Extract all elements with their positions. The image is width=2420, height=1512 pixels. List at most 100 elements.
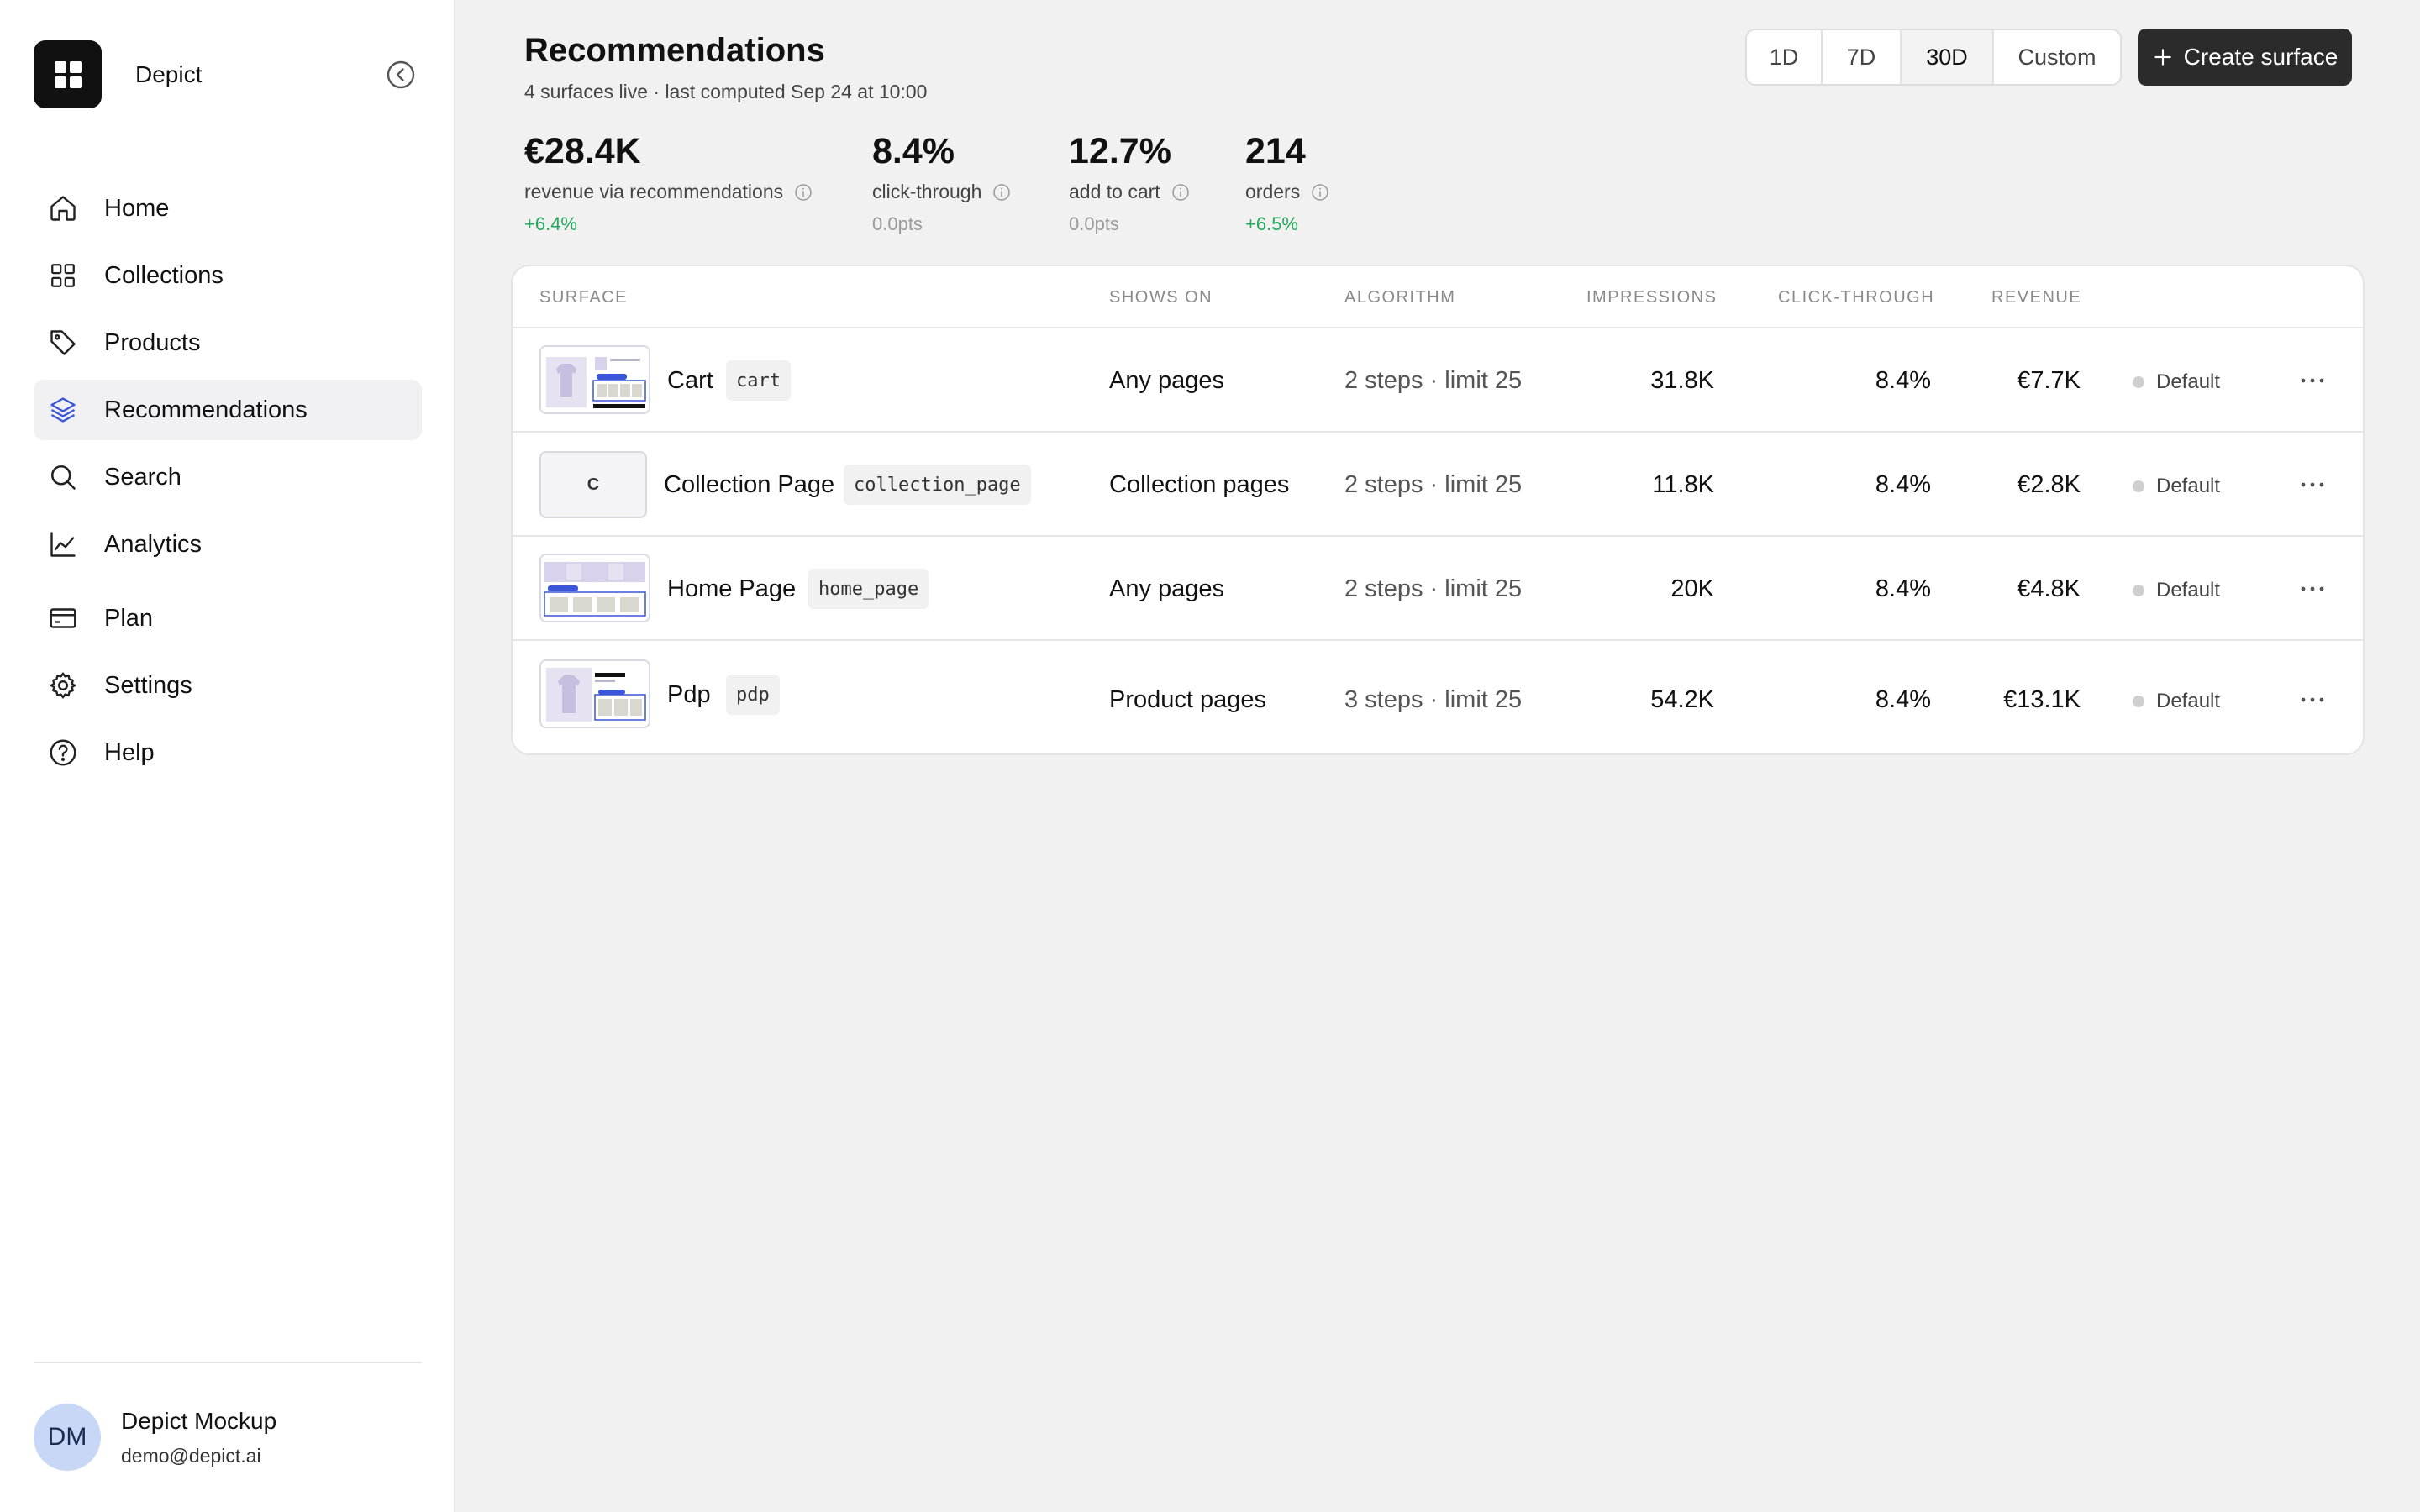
range-7d-button[interactable]: 7D: [1823, 30, 1902, 84]
sidebar-item-label: Plan: [104, 604, 154, 632]
brand[interactable]: Depict: [34, 40, 202, 108]
table-row[interactable]: Home Page home_page Any pages 2 steps · …: [513, 537, 2363, 641]
sidebar-item-label: Collections: [104, 261, 224, 289]
line-chart-icon: [47, 528, 79, 560]
main-content: Recommendations 4 surfaces live · last c…: [455, 0, 2420, 1512]
surface-thumbnail: [539, 659, 650, 728]
algorithm-cell: 3 steps · limit 25: [1344, 686, 1523, 713]
status-badge: Default: [2133, 475, 2220, 498]
page-subtitle: 4 surfaces live · last computed Sep 24 a…: [524, 81, 928, 102]
sidebar-item-label: Home: [104, 194, 170, 222]
sidebar-item-label: Products: [104, 328, 201, 356]
sidebar-item-plan[interactable]: Plan: [34, 588, 422, 648]
info-icon[interactable]: [1171, 182, 1191, 202]
sidebar-item-help[interactable]: Help: [34, 722, 422, 783]
credit-card-icon: [47, 602, 79, 634]
metric-delta: +6.5%: [1245, 213, 1298, 234]
more-options-button[interactable]: [2292, 572, 2333, 606]
status-badge: Default: [2133, 370, 2220, 394]
create-surface-button[interactable]: Create surface: [2138, 29, 2352, 86]
sidebar-item-label: Settings: [104, 671, 192, 699]
sidebar-item-home[interactable]: Home: [34, 178, 422, 239]
sidebar-item-settings[interactable]: Settings: [34, 655, 422, 716]
user-email: demo@depict.ai: [121, 1444, 261, 1467]
help-circle-icon: [47, 737, 79, 769]
column-header-revenue[interactable]: REVENUE: [1991, 288, 2081, 307]
metric-label: revenue via recommendations: [524, 181, 784, 202]
range-30d-button[interactable]: 30D: [1902, 30, 1994, 84]
avatar: DM: [34, 1404, 101, 1471]
surface-name[interactable]: Collection Page: [664, 471, 834, 499]
shows-on-cell: Collection pages: [1109, 471, 1290, 498]
surface-code: pdp: [726, 675, 780, 715]
metric-add-to-cart: 12.7% add to cart 0.0pts: [1069, 130, 1191, 235]
column-header-algorithm[interactable]: ALGORITHM: [1344, 288, 1455, 307]
info-icon[interactable]: [793, 182, 813, 202]
surface-thumbnail: [539, 345, 650, 414]
revenue-cell: €4.8K: [2017, 575, 2081, 602]
sidebar-item-label: Help: [104, 738, 155, 766]
metric-label: orders: [1245, 181, 1301, 202]
layers-icon: [47, 394, 79, 426]
info-icon[interactable]: [1310, 182, 1330, 202]
sidebar-item-collections[interactable]: Collections: [34, 245, 422, 306]
column-header-impressions[interactable]: IMPRESSIONS: [1586, 288, 1717, 307]
ellipsis-icon: [2301, 586, 2324, 591]
click-through-cell: 8.4%: [1875, 471, 1931, 498]
sidebar-item-search[interactable]: Search: [34, 447, 422, 507]
column-header-click-through[interactable]: CLICK-THROUGH: [1778, 288, 1934, 307]
plus-icon: [2152, 46, 2174, 68]
gear-icon: [47, 669, 79, 701]
more-options-button[interactable]: [2292, 468, 2333, 501]
range-1d-button[interactable]: 1D: [1747, 30, 1823, 84]
more-options-button[interactable]: [2292, 364, 2333, 397]
column-header-shows-on[interactable]: SHOWS ON: [1109, 288, 1213, 307]
click-through-cell: 8.4%: [1875, 575, 1931, 602]
depict-logo-icon: [34, 40, 102, 108]
metric-revenue: €28.4K revenue via recommendations +6.4%: [524, 130, 813, 235]
info-icon[interactable]: [992, 182, 1012, 202]
table-row[interactable]: Pdp pdp Product pages 3 steps · limit 25…: [513, 641, 2363, 753]
surface-name[interactable]: Cart: [667, 367, 713, 395]
table-row[interactable]: C Collection Page collection_page Collec…: [513, 433, 2363, 537]
home-icon: [47, 192, 79, 224]
more-options-button[interactable]: [2292, 683, 2333, 717]
impressions-cell: 20K: [1670, 575, 1714, 602]
column-header-surface[interactable]: SURFACE: [539, 288, 628, 307]
tag-icon: [47, 327, 79, 359]
revenue-cell: €13.1K: [2003, 686, 2081, 713]
metric-label: click-through: [872, 181, 982, 202]
algorithm-cell: 2 steps · limit 25: [1344, 471, 1523, 498]
user-profile[interactable]: DM Depict Mockup demo@depict.ai: [34, 1404, 276, 1471]
impressions-cell: 54.2K: [1650, 686, 1714, 713]
user-name: Depict Mockup: [121, 1407, 277, 1434]
status-dot: [2133, 585, 2144, 596]
sidebar-item-recommendations[interactable]: Recommendations: [34, 380, 422, 440]
search-icon: [47, 461, 79, 493]
sidebar-item-products[interactable]: Products: [34, 312, 422, 373]
grid-icon: [47, 260, 79, 291]
table-row[interactable]: Cart cart Any pages 2 steps · limit 25 3…: [513, 328, 2363, 433]
surface-thumbnail: [539, 554, 650, 622]
sidebar-item-analytics[interactable]: Analytics: [34, 514, 422, 575]
page-title: Recommendations: [524, 32, 825, 69]
collapse-sidebar-button[interactable]: [385, 59, 417, 91]
brand-name: Depict: [135, 60, 203, 87]
click-through-cell: 8.4%: [1875, 686, 1931, 713]
metric-delta: 0.0pts: [872, 213, 923, 234]
shows-on-cell: Any pages: [1109, 575, 1225, 602]
revenue-cell: €2.8K: [2017, 471, 2081, 498]
status-badge: Default: [2133, 690, 2220, 713]
algorithm-cell: 2 steps · limit 25: [1344, 575, 1523, 602]
range-custom-button[interactable]: Custom: [1994, 30, 2120, 84]
create-surface-label: Create surface: [2183, 44, 2338, 70]
revenue-cell: €7.7K: [2017, 367, 2081, 394]
metric-value: 8.4%: [872, 131, 955, 171]
surface-name[interactable]: Pdp: [667, 681, 711, 709]
surface-name[interactable]: Home Page: [667, 575, 796, 603]
status-label: Default: [2156, 475, 2221, 497]
surface-thumbnail: C: [539, 451, 647, 518]
impressions-cell: 11.8K: [1652, 471, 1714, 498]
status-dot: [2133, 376, 2144, 388]
chevron-left-circle-icon: [387, 60, 415, 89]
